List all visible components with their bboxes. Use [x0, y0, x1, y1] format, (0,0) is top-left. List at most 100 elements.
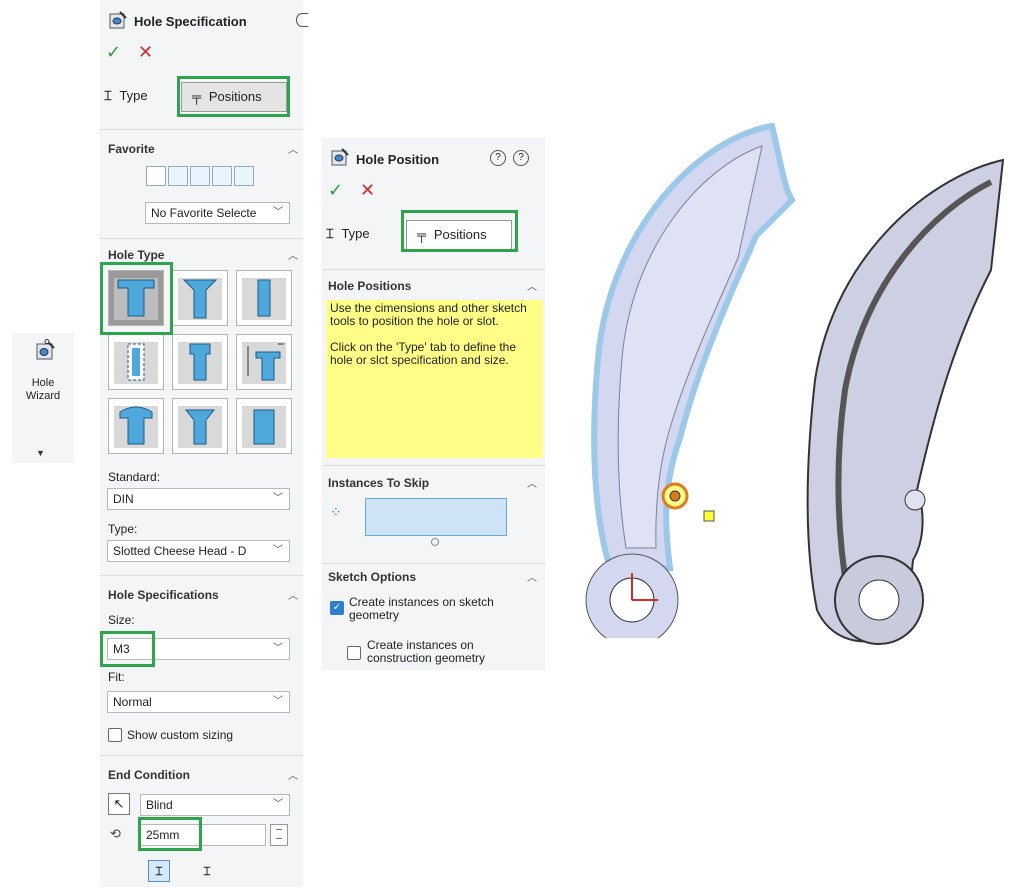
- hole-type-straight-tap[interactable]: [108, 334, 164, 390]
- cancel-button[interactable]: ✕: [360, 180, 375, 201]
- message-line-2: Click on the 'Type' tab to define the ho…: [330, 340, 517, 367]
- end-condition-section: End Condition ︿ ↖ Blind ﹀ ⟲ 25mm – – ⌶ ⌶: [100, 755, 303, 888]
- hole-type-countersink-slot[interactable]: [172, 398, 228, 454]
- chevron-down-icon: ﹀: [273, 207, 283, 218]
- size-select[interactable]: M3 ﹀: [107, 638, 290, 660]
- resize-handle[interactable]: [431, 538, 439, 546]
- part-sketch-view: [585, 122, 796, 638]
- section-title: Favorite: [108, 142, 155, 156]
- standard-select[interactable]: DIN ﹀: [107, 488, 290, 510]
- tab-positions-label: Positions: [433, 227, 487, 242]
- custom-sizing-label: Show custom sizing: [127, 728, 234, 742]
- section-title: Sketch Options: [328, 570, 417, 584]
- hole-positions-message: Use the cimensions and other sketch tool…: [326, 300, 543, 458]
- hole-type-hole[interactable]: [236, 270, 292, 326]
- end-condition-select[interactable]: Blind ﹀: [140, 794, 290, 816]
- hole-type-counterbore-slot[interactable]: [108, 398, 164, 454]
- cancel-button[interactable]: ✕: [138, 42, 153, 63]
- message-line-1: Use the cimensions and other sketch tool…: [330, 301, 527, 328]
- collapse-icon[interactable]: ︿: [288, 587, 298, 602]
- hole-type-tapped[interactable]: [172, 334, 228, 390]
- collapse-icon[interactable]: ︿: [527, 278, 537, 293]
- positions-tab-icon: ╤: [417, 227, 427, 242]
- hole-wizard-icon: [331, 148, 349, 166]
- hole-positions-section: Hole Positions ︿ Use the cimensions and …: [322, 269, 545, 466]
- tab-type[interactable]: ⌶ Type: [326, 220, 398, 250]
- depth-spinner[interactable]: – –: [270, 824, 288, 846]
- tab-type[interactable]: ⌶ Type: [104, 82, 176, 112]
- through-icon[interactable]: ⌶: [196, 860, 218, 882]
- sketch-options-section: Sketch Options ︿ ✓ Create instances on s…: [322, 563, 545, 671]
- favorite-section: Favorite ︿ No Favorite Selecte ﹀: [100, 129, 303, 228]
- fit-value: Normal: [113, 695, 152, 709]
- whats-wrong-icon[interactable]: ?: [490, 150, 506, 166]
- type-select[interactable]: Slotted Cheese Head - D ﹀: [107, 540, 290, 562]
- end-condition-value: Blind: [146, 798, 173, 812]
- sketch-geometry-label: Create instances on sketch geometry: [349, 595, 494, 622]
- positions-tab-icon: ╤: [192, 89, 202, 104]
- reverse-direction-icon[interactable]: ↖: [108, 793, 130, 815]
- standard-label: Standard:: [108, 470, 161, 484]
- hole-type-countersink[interactable]: [172, 270, 228, 326]
- hole-specifications-section: Hole Specifications ︿ Size: M3 ﹀ Fit: No…: [100, 575, 303, 756]
- panel-title: Hole Specification: [134, 14, 247, 29]
- part-3d-view: [806, 158, 1005, 645]
- load-favorite-icon[interactable]: [234, 166, 254, 186]
- collapse-icon[interactable]: ︿: [288, 767, 298, 782]
- ok-button[interactable]: ✓: [106, 42, 121, 63]
- chevron-down-icon: ﹀: [273, 696, 283, 707]
- construction-geometry-checkbox[interactable]: [347, 646, 361, 660]
- section-title: Hole Specifications: [108, 588, 219, 602]
- ok-button[interactable]: ✓: [328, 180, 343, 201]
- type-tab-icon: ⌶: [104, 88, 112, 103]
- chevron-down-icon[interactable]: ▼: [36, 448, 45, 458]
- hole-wizard-button[interactable]: Hole Wizard ▼: [12, 333, 74, 463]
- hole-type-slot[interactable]: [236, 398, 292, 454]
- blind-to-icon[interactable]: ⌶: [148, 860, 170, 882]
- sketch-geometry-checkbox[interactable]: ✓: [330, 601, 344, 615]
- chevron-down-icon: ﹀: [273, 799, 283, 810]
- chevron-down-icon: ﹀: [273, 643, 283, 654]
- custom-sizing-checkbox[interactable]: [108, 728, 122, 742]
- type-value: Slotted Cheese Head - D: [113, 544, 247, 558]
- hole-wizard-label: Hole Wizard: [25, 377, 61, 402]
- size-value: M3: [113, 642, 130, 656]
- favorite-select[interactable]: No Favorite Selecte ﹀: [145, 202, 290, 224]
- add-favorite-icon[interactable]: [168, 166, 188, 186]
- collapse-icon[interactable]: ︿: [527, 475, 537, 490]
- tab-type-label: Type: [119, 88, 148, 103]
- hole-type-legacy[interactable]: [236, 334, 292, 390]
- section-title: End Condition: [108, 768, 190, 782]
- hole-wizard-icon: [36, 339, 55, 360]
- chevron-down-icon: ﹀: [273, 493, 283, 504]
- depth-input[interactable]: 25mm: [140, 824, 266, 846]
- help-icon[interactable]: ?: [513, 150, 529, 166]
- section-title: Hole Type: [108, 248, 165, 262]
- collapse-icon[interactable]: ︿: [288, 141, 298, 156]
- delete-favorite-icon[interactable]: [190, 166, 210, 186]
- instances-icon: ⁘: [330, 504, 342, 520]
- fit-select[interactable]: Normal ﹀: [107, 691, 290, 713]
- update-favorite-icon[interactable]: [146, 166, 166, 186]
- section-title: Hole Positions: [328, 279, 412, 293]
- hole-type-counterbore[interactable]: [108, 270, 164, 326]
- chevron-down-icon: ﹀: [273, 545, 283, 556]
- fit-label: Fit:: [108, 670, 125, 684]
- tab-positions-label: Positions: [208, 89, 262, 104]
- type-tab-icon: ⌶: [326, 226, 334, 241]
- standard-value: DIN: [113, 492, 134, 506]
- tab-positions[interactable]: ╤ Positions: [406, 220, 512, 250]
- depth-icon: ⟲: [110, 826, 121, 841]
- save-favorite-icon[interactable]: [212, 166, 232, 186]
- help-icon[interactable]: [296, 13, 308, 27]
- hole-position-panel: Hole Position ? ? ✓ ✕ ⌶ Type ╤ Positions…: [322, 138, 545, 670]
- tab-type-label: Type: [341, 226, 370, 241]
- collapse-icon[interactable]: ︿: [288, 247, 298, 262]
- tab-positions[interactable]: ╤ Positions: [181, 82, 287, 112]
- hole-wizard-icon: [109, 11, 127, 29]
- instances-to-skip-list[interactable]: [365, 498, 507, 536]
- collapse-icon[interactable]: ︿: [527, 569, 537, 584]
- instances-to-skip-section: Instances To Skip ︿ ⁘: [322, 465, 545, 564]
- size-label: Size:: [108, 613, 135, 627]
- panel-title: Hole Position: [356, 152, 440, 167]
